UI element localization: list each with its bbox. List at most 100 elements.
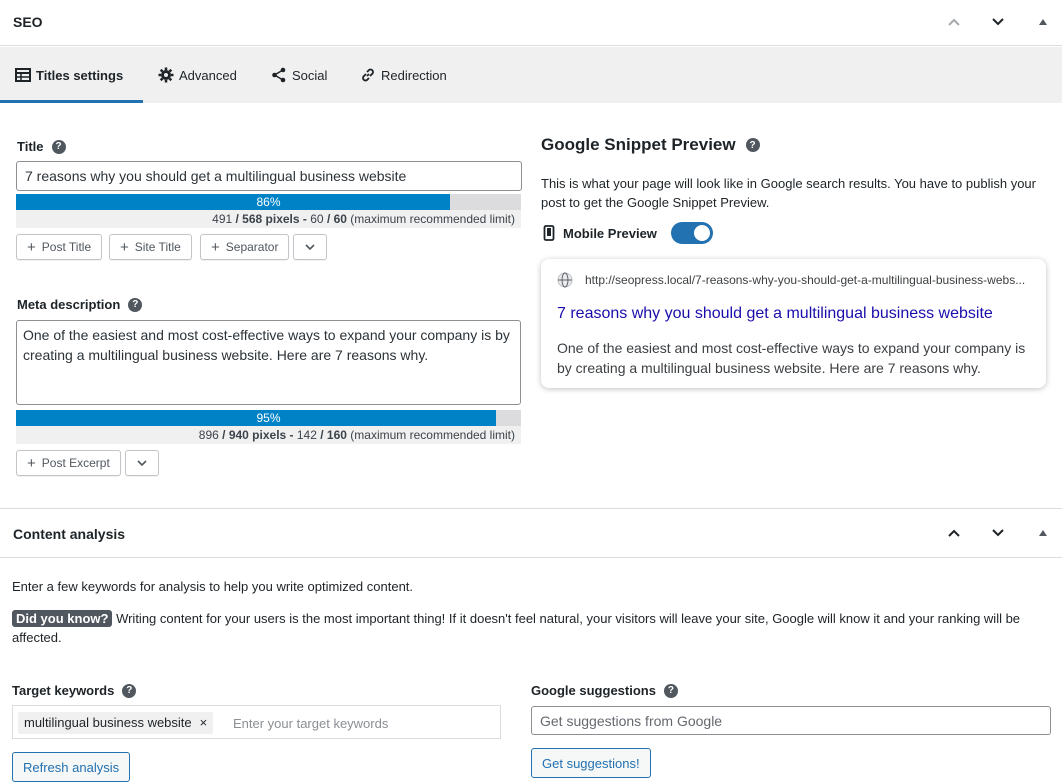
google-suggestions-label: Google suggestions bbox=[531, 683, 656, 698]
serp-description: One of the easiest and most cost-effecti… bbox=[557, 340, 1026, 376]
collapse-toggle-button[interactable] bbox=[1029, 8, 1057, 36]
meta-description-label: Meta description bbox=[17, 297, 121, 312]
triangle-up-icon bbox=[1039, 19, 1047, 25]
button-label: Post Excerpt bbox=[41, 456, 110, 470]
add-post-excerpt-button[interactable]: + Post Excerpt bbox=[16, 450, 121, 476]
tab-label: Titles settings bbox=[36, 67, 124, 83]
move-down-button[interactable] bbox=[984, 519, 1012, 547]
chevron-down-icon bbox=[992, 18, 1004, 26]
add-post-title-button[interactable]: + Post Title bbox=[16, 234, 103, 260]
gear-icon bbox=[158, 67, 174, 83]
seo-panel-title: SEO bbox=[13, 14, 43, 30]
plus-icon: + bbox=[27, 454, 36, 472]
chevron-down-icon bbox=[992, 529, 1004, 537]
meta-label-row: Meta description ? bbox=[17, 297, 143, 312]
button-label: Site Title bbox=[134, 240, 181, 254]
plus-icon: + bbox=[27, 238, 36, 256]
pixels-max: / 940 pixels - bbox=[222, 428, 294, 442]
chars-max: / 60 bbox=[326, 212, 347, 226]
tab-label: Advanced bbox=[179, 67, 237, 83]
add-site-title-button[interactable]: + Site Title bbox=[109, 234, 192, 260]
more-variables-button[interactable] bbox=[125, 450, 159, 476]
link-icon bbox=[362, 68, 374, 82]
title-input[interactable] bbox=[16, 161, 522, 191]
remove-keyword-icon[interactable]: × bbox=[200, 712, 208, 734]
seo-tabs: Titles settings Advanced Social Redirect… bbox=[0, 47, 1062, 103]
add-separator-button[interactable]: + Separator bbox=[200, 234, 290, 260]
help-icon[interactable]: ? bbox=[663, 683, 678, 698]
triangle-up-icon bbox=[1039, 530, 1047, 536]
help-icon[interactable]: ? bbox=[745, 138, 760, 152]
pixels-used: 896 bbox=[198, 428, 219, 442]
more-variables-button[interactable] bbox=[293, 234, 327, 260]
snippet-heading-row: Google Snippet Preview ? bbox=[541, 135, 760, 155]
tip-text: Writing content for your users is the mo… bbox=[12, 611, 1021, 645]
did-you-know-badge: Did you know? bbox=[12, 610, 113, 627]
pixels-max: / 568 pixels - bbox=[235, 212, 307, 226]
serp-preview-card: http://seopress.local/7-reasons-why-you-… bbox=[541, 259, 1046, 388]
limit-note: (maximum recommended limit) bbox=[350, 428, 515, 442]
chars-used: 60 bbox=[310, 212, 324, 226]
mobile-preview-toggle[interactable] bbox=[670, 222, 713, 244]
mobile-preview-row: Mobile Preview bbox=[543, 222, 713, 244]
help-icon[interactable]: ? bbox=[51, 139, 66, 154]
keyword-tag-label: multilingual business website bbox=[24, 715, 192, 730]
pixels-used: 491 bbox=[212, 212, 233, 226]
table-icon bbox=[15, 68, 31, 82]
progress-label: 86% bbox=[256, 195, 281, 209]
target-keywords-label-row: Target keywords ? bbox=[12, 683, 137, 698]
move-down-button[interactable] bbox=[984, 8, 1012, 36]
serp-title: 7 reasons why you should get a multiling… bbox=[557, 305, 993, 322]
meta-counter: 896 / 940 pixels - 142 / 160 (maximum re… bbox=[16, 426, 521, 444]
smartphone-icon bbox=[543, 225, 555, 241]
chars-max: / 160 bbox=[320, 428, 347, 442]
move-up-button[interactable] bbox=[940, 8, 968, 36]
title-label: Title bbox=[17, 139, 44, 154]
target-keywords-label: Target keywords bbox=[12, 683, 115, 698]
move-up-button[interactable] bbox=[940, 519, 968, 547]
title-counter: 491 / 568 pixels - 60 / 60 (maximum reco… bbox=[16, 210, 521, 228]
refresh-analysis-button[interactable]: Refresh analysis bbox=[12, 752, 131, 782]
target-keywords-field[interactable]: multilingual business website × bbox=[12, 705, 501, 739]
plus-icon: + bbox=[120, 238, 129, 256]
serp-url: http://seopress.local/7-reasons-why-you-… bbox=[585, 273, 1026, 287]
meta-description-input[interactable]: One of the easiest and most cost-effecti… bbox=[16, 320, 521, 405]
tab-advanced[interactable]: Advanced bbox=[158, 47, 237, 103]
tab-label: Social bbox=[292, 67, 328, 83]
mobile-preview-label: Mobile Preview bbox=[563, 225, 657, 241]
snippet-description: This is what your page will look like in… bbox=[541, 176, 1036, 210]
google-suggestions-input[interactable] bbox=[531, 706, 1051, 735]
plus-icon: + bbox=[211, 238, 220, 256]
analysis-intro: Enter a few keywords for analysis to hel… bbox=[12, 579, 414, 594]
chevron-down-icon bbox=[305, 244, 315, 251]
globe-icon bbox=[557, 272, 573, 288]
snippet-heading: Google Snippet Preview bbox=[541, 135, 736, 154]
button-label: Post Title bbox=[41, 240, 92, 254]
toggle-knob bbox=[693, 225, 710, 241]
tab-titles-settings[interactable]: Titles settings bbox=[0, 47, 143, 103]
meta-progress-bar: 95% bbox=[16, 410, 521, 426]
keyword-tag: multilingual business website × bbox=[18, 712, 214, 734]
collapse-toggle-button[interactable] bbox=[1029, 519, 1057, 547]
content-analysis-title: Content analysis bbox=[13, 526, 126, 542]
help-icon[interactable]: ? bbox=[128, 297, 143, 312]
content-analysis-header: Content analysis bbox=[0, 508, 1062, 558]
google-suggestions-label-row: Google suggestions ? bbox=[531, 683, 678, 698]
tab-social[interactable]: Social bbox=[271, 47, 327, 103]
chevron-down-icon bbox=[137, 460, 147, 467]
progress-label: 95% bbox=[256, 411, 281, 425]
limit-note: (maximum recommended limit) bbox=[350, 212, 515, 226]
seo-panel-header: SEO bbox=[0, 0, 1062, 46]
chevron-up-icon bbox=[948, 529, 960, 537]
help-icon[interactable]: ? bbox=[122, 683, 137, 698]
share-icon bbox=[272, 67, 286, 83]
chevron-up-icon bbox=[948, 18, 960, 26]
tab-redirection[interactable]: Redirection bbox=[360, 47, 447, 103]
did-you-know-tip: Did you know? Writing content for your u… bbox=[12, 609, 1042, 647]
target-keywords-input[interactable] bbox=[233, 713, 493, 733]
chars-used: 142 bbox=[296, 428, 317, 442]
title-label-row: Title ? bbox=[17, 139, 66, 154]
title-progress-bar: 86% bbox=[16, 194, 521, 210]
button-label: Separator bbox=[225, 240, 279, 254]
get-suggestions-button[interactable]: Get suggestions! bbox=[531, 748, 651, 778]
